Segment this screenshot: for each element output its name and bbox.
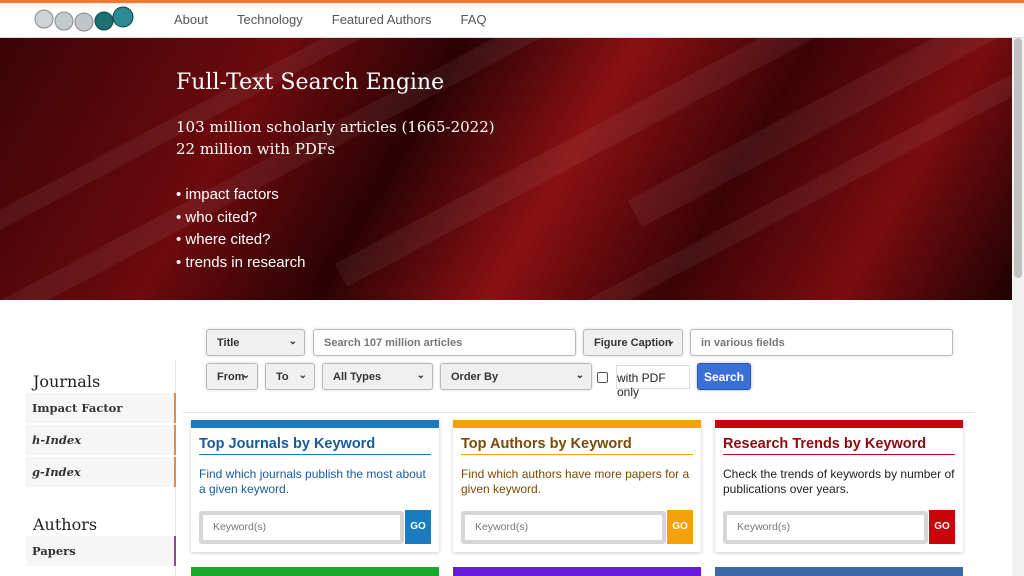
card-description: Find which journals publish the most abo…	[199, 467, 426, 496]
hero-stats: 103 million scholarly articles (1665-202…	[176, 116, 495, 160]
card-title[interactable]: Top Journals by Keyword	[199, 436, 431, 455]
main-nav: About Technology Featured Authors FAQ	[174, 12, 516, 27]
sidebar-item-h-index[interactable]: h-Index	[26, 425, 176, 455]
sidebar-item-papers[interactable]: Papers	[26, 536, 176, 566]
chevron-down-icon: ⌄	[666, 336, 675, 347]
order-by-value: Order By	[451, 371, 499, 383]
card-title[interactable]: Research Trends by Keyword	[723, 436, 955, 455]
from-year-value: From	[217, 371, 245, 383]
chevron-down-icon: ⌄	[575, 370, 584, 381]
sidebar-authors-group: Authors Papers	[26, 515, 176, 566]
go-button[interactable]: GO	[405, 510, 431, 544]
to-year-select[interactable]: To ⌄	[265, 363, 315, 390]
keyword-input[interactable]: Keyword(s)	[461, 511, 666, 544]
search-input-placeholder: Search 107 million articles	[324, 337, 463, 349]
sidebar-heading-journals: Journals	[33, 372, 101, 391]
card-color-bar	[453, 420, 701, 428]
type-select[interactable]: All Types ⌄	[322, 363, 433, 390]
card-research-trends: Research Trends by Keyword Check the tre…	[715, 420, 963, 552]
nav-technology[interactable]: Technology	[237, 12, 303, 27]
card-color-bar	[715, 420, 963, 428]
card-color-bar	[191, 420, 439, 428]
card-top-authors: Top Authors by Keyword Find which author…	[453, 420, 701, 552]
pdf-only-checkbox[interactable]	[597, 372, 608, 383]
sidebar-item-g-index[interactable]: g-Index	[26, 457, 176, 487]
from-year-select[interactable]: From ⌄	[206, 363, 258, 390]
card-color-bar	[715, 567, 963, 576]
sidebar-heading-authors: Authors	[33, 515, 98, 534]
hero-title: Full-Text Search Engine	[176, 70, 445, 95]
nav-featured-authors[interactable]: Featured Authors	[332, 12, 432, 27]
field-select-value: Title	[217, 337, 240, 349]
nav-about[interactable]: About	[174, 12, 208, 27]
various-fields-placeholder: in various fields	[701, 337, 785, 349]
type-value: All Types	[333, 371, 382, 383]
hero-stat-pdfs: 22 million with PDFs	[176, 140, 336, 158]
scrollbar-thumb[interactable]	[1014, 38, 1022, 278]
pdf-only-label: with PDF only	[616, 365, 690, 399]
keyword-input[interactable]: Keyword(s)	[199, 511, 404, 544]
site-logo[interactable]	[34, 5, 136, 35]
section-divider	[183, 412, 975, 413]
sidebar: Journals Impact Factor h-Index g-Index A…	[26, 372, 176, 568]
card-description: Check the trends of keywords by number o…	[723, 467, 955, 496]
page-scrollbar[interactable]	[1012, 38, 1024, 576]
figure-caption-value: Figure Caption	[594, 337, 672, 349]
hero-banner: Full-Text Search Engine 103 million scho…	[0, 38, 1012, 300]
nav-faq[interactable]: FAQ	[461, 12, 487, 27]
go-button[interactable]: GO	[667, 510, 693, 544]
card-top-journals: Top Journals by Keyword Find which journ…	[191, 420, 439, 552]
search-button[interactable]: Search	[697, 363, 751, 390]
card-title[interactable]: Top Authors by Keyword	[461, 436, 693, 455]
chevron-down-icon: ⌄	[241, 370, 250, 381]
sidebar-item-impact-factor[interactable]: Impact Factor	[26, 393, 176, 423]
card-description: Find which authors have more papers for …	[461, 467, 690, 496]
field-select[interactable]: Title ⌄	[206, 329, 305, 356]
figure-caption-select[interactable]: Figure Caption ⌄	[583, 329, 683, 356]
sidebar-item-label: g-Index	[32, 465, 81, 479]
various-fields-input[interactable]: in various fields	[690, 329, 953, 356]
hero-feature-item: • who cited?	[176, 208, 258, 226]
card-color-bar	[453, 567, 701, 576]
sidebar-item-label: h-Index	[32, 433, 82, 447]
hero-feature-item: • impact factors	[176, 186, 279, 203]
order-by-select[interactable]: Order By ⌄	[440, 363, 592, 390]
chevron-down-icon: ⌄	[288, 336, 297, 347]
search-input[interactable]: Search 107 million articles	[313, 329, 576, 356]
hero-feature-item: • where cited?	[176, 231, 271, 248]
chevron-down-icon: ⌄	[416, 370, 425, 381]
top-navbar: About Technology Featured Authors FAQ	[0, 0, 1024, 38]
card-color-bar	[191, 567, 439, 576]
hero-stat-articles: 103 million scholarly articles (1665-202…	[176, 118, 495, 136]
hero-feature-list: • impact factors • who cited? • where ci…	[176, 184, 305, 274]
go-button[interactable]: GO	[929, 510, 955, 544]
to-year-value: To	[276, 371, 289, 383]
hero-feature-item: • trends in research	[176, 253, 306, 271]
keyword-input[interactable]: Keyword(s)	[723, 511, 928, 544]
chevron-down-icon: ⌄	[298, 370, 307, 381]
